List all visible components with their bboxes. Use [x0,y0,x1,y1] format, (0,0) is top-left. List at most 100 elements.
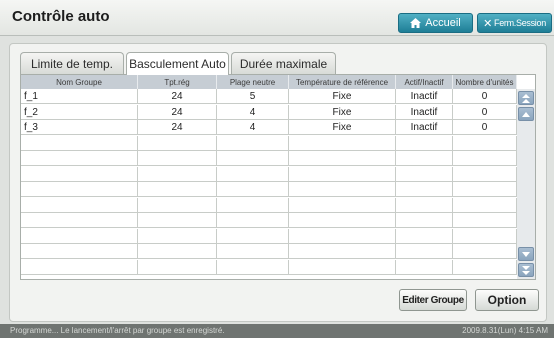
double-chevron-down-icon [522,265,530,275]
table-cell [453,197,517,213]
page-title: Contrôle auto [12,8,110,25]
table-cell: 4 [217,120,289,135]
table-cell [21,197,138,213]
table-cell [453,166,517,182]
chevron-up-icon [522,111,530,117]
table-cell [138,213,217,228]
table-cell [453,182,517,197]
table-cell [217,197,289,213]
table-cell [217,213,289,228]
table-cell: Fixe [289,104,396,120]
logout-button-label: Ferm.Session [494,18,546,28]
column-header: Température de référence [289,75,396,89]
group-table: Nom Groupe Tpt.rég Plage neutre Température… [20,74,536,280]
table-row[interactable]: f_1 24 5 Fixe Inactif 0 [21,89,517,104]
table-row[interactable] [21,151,517,166]
table-cell [453,244,517,259]
table-cell [289,151,396,166]
scroll-bottom-button[interactable] [518,263,534,277]
status-message: Programme... Le lancement/l'arrêt par gr… [10,326,225,335]
chevron-down-icon [522,251,530,257]
table-cell [453,135,517,151]
table-cell [217,259,289,275]
table-cell: 0 [453,89,517,104]
table-cell: f_1 [21,89,138,104]
table-cell [138,197,217,213]
table-cell [21,166,138,182]
table-row[interactable] [21,135,517,151]
table-cell: 4 [217,104,289,120]
tab-max-duration[interactable]: Durée maximale [231,52,336,74]
table-cell [289,166,396,182]
table-cell [289,259,396,275]
scroll-down-button[interactable] [518,247,534,261]
table-cell [396,228,453,244]
table-cell [396,151,453,166]
table-cell [217,151,289,166]
table-cell [138,166,217,182]
table-cell: Inactif [396,120,453,135]
table-row[interactable] [21,197,517,213]
home-button-label: Accueil [425,17,461,29]
table-cell [138,259,217,275]
table-cell: Fixe [289,120,396,135]
main-panel: Limite de temp. Basculement Auto Durée m… [9,43,547,322]
table-cell: 0 [453,120,517,135]
table-cell [138,135,217,151]
table-cell [21,213,138,228]
table-cell [217,244,289,259]
table-cell [453,259,517,275]
scroll-up-button[interactable] [518,107,534,121]
table-cell: 24 [138,120,217,135]
screen: Contrôle auto Accueil ✕ Ferm.Session Lim… [0,0,554,338]
table-cell: Fixe [289,89,396,104]
close-icon: ✕ [483,17,492,30]
home-button[interactable]: Accueil [398,13,473,33]
table-cell [21,244,138,259]
column-header: Tpt.rég [138,75,217,89]
table-row[interactable] [21,166,517,182]
table-cell [396,166,453,182]
table-row[interactable]: f_2 24 4 Fixe Inactif 0 [21,104,517,120]
table-cell [289,228,396,244]
table-cell [396,213,453,228]
table-cell: f_2 [21,104,138,120]
table-row[interactable] [21,182,517,197]
scroll-top-button[interactable] [518,91,534,105]
table-cell [217,135,289,151]
tab-time-limit[interactable]: Limite de temp. [20,52,124,74]
table-cell [289,135,396,151]
table-cell [396,182,453,197]
table-row[interactable] [21,228,517,244]
double-chevron-up-icon [522,93,530,103]
table-cell [289,197,396,213]
table-row[interactable]: f_3 24 4 Fixe Inactif 0 [21,120,517,135]
table-cell [289,182,396,197]
option-button[interactable]: Option [475,289,539,311]
table-cell [217,182,289,197]
table-cell: f_3 [21,120,138,135]
logout-button[interactable]: ✕ Ferm.Session [477,13,552,33]
table-cell [217,228,289,244]
vertical-scrollbar[interactable] [517,89,535,279]
edit-group-button[interactable]: Editer Groupe [399,289,467,311]
tab-auto-switch[interactable]: Basculement Auto [126,52,229,75]
column-header: Nombre d'unités [453,75,517,89]
table-cell [396,197,453,213]
table-cell [21,135,138,151]
table-cell: Inactif [396,89,453,104]
table-cell [453,213,517,228]
table-row[interactable] [21,213,517,228]
status-bar: Programme... Le lancement/l'arrêt par gr… [0,324,554,338]
table-row[interactable] [21,244,517,259]
table-cell [217,166,289,182]
table-cell [21,259,138,275]
table-row[interactable] [21,259,517,275]
table-cell [21,151,138,166]
column-header: Actif/Inactif [396,75,453,89]
table-cell [289,244,396,259]
status-datetime: 2009.8.31(Lun) 4:15 AM [462,326,548,335]
table-cell [138,244,217,259]
home-icon [410,18,422,28]
table-cell: 0 [453,104,517,120]
